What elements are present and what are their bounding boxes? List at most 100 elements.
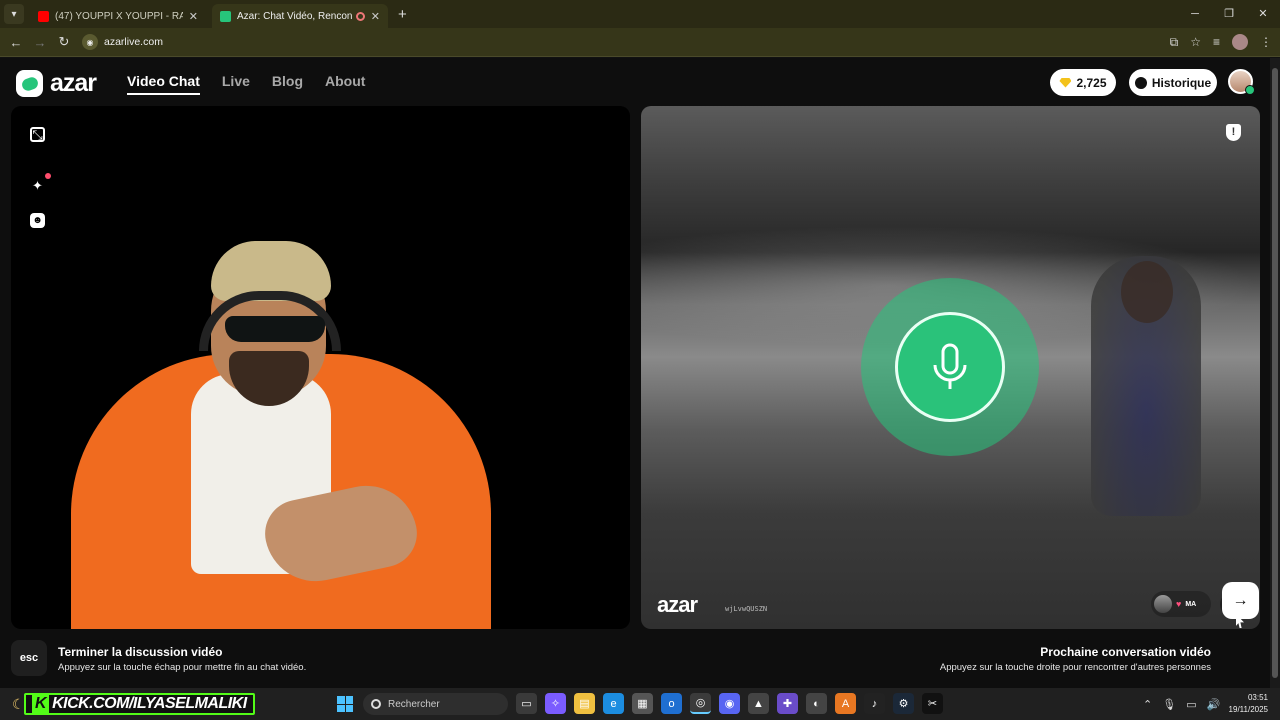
sparkle-effects-icon[interactable]: ✦ — [30, 178, 45, 193]
tab-title: (47) YOUPPI X YOUPPI - RASPO — [55, 10, 183, 22]
gamepad-icon[interactable]: ✚ — [777, 693, 798, 714]
app-window-icon[interactable]: ▲ — [748, 693, 769, 714]
nav-live[interactable]: Live — [222, 73, 250, 95]
profile-avatar-icon[interactable] — [1232, 34, 1248, 50]
task-view-icon[interactable]: ▭ — [516, 693, 537, 714]
history-button[interactable]: Historique — [1129, 69, 1217, 96]
address-bar: ← → ↻ ◉ azarlive.com ⧉ ☆ ≡ ⋮ — [0, 28, 1280, 57]
resize-icon[interactable]: ⤡ — [30, 127, 45, 142]
azar-page: azar Video Chat Live Blog About 2,725 Hi… — [0, 58, 1270, 688]
store-icon[interactable]: ▦ — [632, 693, 653, 714]
outlook-icon[interactable]: o — [661, 693, 682, 714]
partner-photo-icon — [1154, 595, 1172, 613]
heart-icon: ♥ — [1176, 599, 1182, 609]
address-bar-actions: ⧉ ☆ ≡ ⋮ — [1170, 34, 1272, 50]
copilot-icon[interactable]: ✧ — [545, 693, 566, 714]
url-field[interactable]: ◉ azarlive.com — [82, 32, 1142, 52]
next-chat-title: Prochaine conversation vidéo — [1040, 645, 1211, 659]
recording-indicator-icon — [355, 11, 365, 21]
fl-studio-icon[interactable]: A — [835, 693, 856, 714]
file-explorer-icon[interactable]: ▤ — [574, 693, 595, 714]
install-app-icon[interactable]: ⧉ — [1170, 35, 1179, 50]
browser-tab-active[interactable]: Azar: Chat Vidéo, Rencontre ✕ — [212, 4, 388, 28]
self-video: ⤡ ✦ ☻ — [11, 106, 630, 629]
page-scrollbar[interactable] — [1270, 58, 1280, 688]
forward-icon[interactable]: → — [28, 35, 52, 50]
reload-icon[interactable]: ↻ — [52, 34, 76, 50]
microphone-icon — [933, 343, 967, 389]
url-text: azarlive.com — [104, 36, 163, 48]
browser-menu-icon[interactable]: ⋮ — [1260, 35, 1272, 49]
windows-start-icon[interactable] — [337, 696, 353, 712]
close-window-icon[interactable]: ✕ — [1246, 0, 1280, 28]
nav-video-chat[interactable]: Video Chat — [127, 73, 200, 95]
sticker-icon[interactable]: ☻ — [30, 213, 45, 228]
browser-tab-bar: ▾ (47) YOUPPI X YOUPPI - RASPO ✕ Azar: C… — [0, 0, 1280, 28]
next-chat-button[interactable]: → — [1222, 582, 1259, 619]
gem-icon — [1059, 77, 1072, 88]
kick-stream-overlay: K KICK.COM/ILYASELMALIKI — [24, 693, 255, 715]
volume-icon[interactable]: 🔊 — [1207, 698, 1221, 711]
logo-text: azar — [50, 69, 97, 97]
history-label: Historique — [1151, 75, 1212, 90]
steam-icon[interactable]: ⚙ — [893, 693, 914, 714]
nav-about[interactable]: About — [325, 73, 365, 95]
tab-close-icon[interactable]: ✕ — [189, 10, 198, 23]
self-video-feed — [11, 106, 630, 629]
azar-favicon-icon — [220, 10, 231, 22]
tab-close-icon[interactable]: ✕ — [371, 10, 380, 23]
media-app-icon[interactable]: ♪ — [864, 693, 885, 714]
restore-icon[interactable]: ❐ — [1212, 0, 1246, 28]
tab-title: Azar: Chat Vidéo, Rencontre — [237, 10, 352, 22]
edge-icon[interactable]: e — [603, 693, 624, 714]
partner-user-code: wjLvwQUSZN — [725, 605, 768, 613]
window-controls: ─ ❐ ✕ — [1178, 0, 1280, 28]
youtube-favicon-icon — [38, 10, 49, 22]
system-clock[interactable]: 03:51 19/11/2025 — [1229, 692, 1268, 716]
clock-date: 19/11/2025 — [1228, 705, 1268, 714]
taskbar-search[interactable]: Rechercher — [363, 693, 508, 715]
network-icon[interactable]: ▭ — [1186, 698, 1196, 711]
chrome-icon[interactable]: ◎ — [690, 693, 711, 714]
chevron-up-icon[interactable]: ⌃ — [1143, 698, 1152, 711]
main-nav: Video Chat Live Blog About — [127, 73, 365, 95]
site-info-icon[interactable]: ◉ — [82, 34, 98, 50]
gems-count: 2,725 — [1076, 75, 1107, 90]
search-placeholder: Rechercher — [388, 698, 440, 710]
minimize-icon[interactable]: ─ — [1178, 0, 1212, 28]
notification-dot-icon — [45, 173, 51, 179]
system-tray: ⌃ 🎙 ▭ 🔊 — [1143, 688, 1220, 720]
discord-icon[interactable]: ◉ — [719, 693, 740, 714]
microphone-tray-icon[interactable]: 🎙 — [1162, 698, 1176, 711]
browser-tab[interactable]: (47) YOUPPI X YOUPPI - RASPO ✕ — [30, 4, 206, 28]
taskbar-apps: ▭ ✧ ▤ e ▦ o ◎ ◉ ▲ ✚ ◐ A ♪ ⚙ ✂ — [516, 693, 943, 714]
partner-watermark-logo: azar — [657, 592, 698, 617]
end-chat-title: Terminer la discussion vidéo — [58, 645, 223, 659]
clock-time: 03:51 — [1247, 693, 1268, 702]
new-tab-button[interactable]: + — [398, 6, 407, 23]
country-code: MA — [1185, 600, 1197, 608]
gems-balance-button[interactable]: 2,725 — [1050, 69, 1116, 96]
esc-end-button[interactable]: esc — [11, 640, 47, 676]
media-controls-icon[interactable]: ≡ — [1213, 35, 1220, 49]
obs-icon[interactable]: ◐ — [806, 693, 827, 714]
microphone-button[interactable] — [895, 312, 1005, 422]
partner-video: ! azar wjLvwQUSZN ♥ MA ••• — [641, 106, 1260, 629]
search-icon — [371, 699, 381, 709]
partner-info-chip[interactable]: ♥ MA — [1151, 591, 1211, 617]
tab-search-button[interactable]: ▾ — [4, 4, 24, 24]
kick-url-text: KICK.COM/ILYASELMALIKI — [52, 695, 247, 712]
clock-icon — [1134, 76, 1147, 89]
user-avatar[interactable] — [1228, 69, 1255, 95]
weather-moon-icon[interactable]: ☾ — [12, 696, 25, 713]
azar-logo-mark-icon — [16, 70, 43, 97]
nav-blog[interactable]: Blog — [272, 73, 303, 95]
capcut-icon[interactable]: ✂ — [922, 693, 943, 714]
azar-logo[interactable]: azar — [16, 69, 97, 98]
report-shield-icon[interactable]: ! — [1226, 124, 1241, 141]
back-icon[interactable]: ← — [4, 35, 28, 50]
bookmark-star-icon[interactable]: ☆ — [1190, 35, 1201, 49]
arrow-right-icon: → — [1232, 591, 1249, 609]
online-status-icon — [1245, 85, 1255, 95]
kick-logo-icon: K — [32, 695, 50, 713]
